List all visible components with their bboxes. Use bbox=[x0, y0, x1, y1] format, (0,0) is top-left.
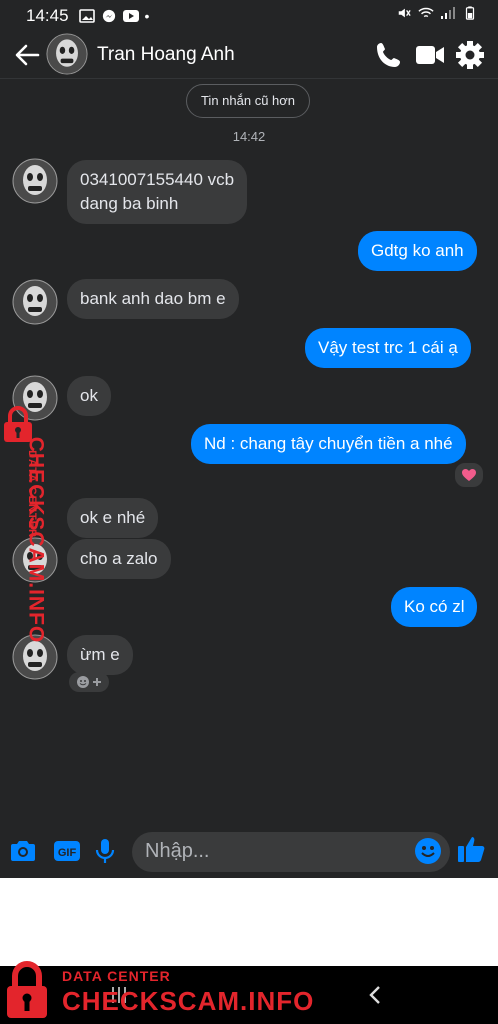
message-text: ok e nhé bbox=[80, 508, 146, 527]
voice-call-icon[interactable] bbox=[372, 38, 406, 72]
watermark-big-text: CHECKSCAM.INFO bbox=[24, 436, 48, 644]
video-call-icon[interactable] bbox=[413, 38, 447, 72]
emoji-icon[interactable] bbox=[414, 837, 442, 865]
contact-avatar[interactable] bbox=[46, 33, 88, 75]
gif-icon[interactable]: GIF bbox=[52, 836, 82, 866]
contact-avatar[interactable] bbox=[12, 158, 58, 204]
message-text: cho a zalo bbox=[80, 549, 158, 568]
plus-icon bbox=[93, 678, 101, 686]
heart-icon bbox=[462, 469, 476, 481]
message-bubble-incoming[interactable]: ừm e bbox=[67, 635, 133, 675]
message-text: Gdtg ko anh bbox=[371, 241, 464, 260]
wifi-icon bbox=[418, 7, 434, 18]
message-bubble-incoming[interactable]: cho a zalo bbox=[67, 539, 171, 579]
empty-area bbox=[0, 878, 498, 966]
message-bubble-incoming[interactable]: 0341007155440 vcb dang ba binh bbox=[67, 160, 248, 224]
add-reaction-button[interactable] bbox=[69, 672, 109, 692]
thumbs-up-icon[interactable] bbox=[456, 833, 488, 865]
status-time: 14:45 bbox=[26, 6, 69, 25]
contact-name[interactable]: Tran Hoang Anh bbox=[97, 44, 235, 66]
battery-icon bbox=[465, 6, 475, 20]
message-text: ừm e bbox=[80, 645, 120, 664]
message-text: bank anh dao bm e bbox=[80, 289, 226, 308]
message-text: Nd : chang tây chuyển tiền a nhé bbox=[204, 434, 453, 453]
message-bubble-incoming[interactable]: ok bbox=[67, 376, 111, 416]
message-bubble-outgoing[interactable]: Ko có zl bbox=[391, 587, 478, 627]
chat-header: Tran Hoang Anh bbox=[0, 32, 498, 79]
message-input-placeholder[interactable]: Nhập... bbox=[145, 840, 209, 863]
messenger-icon bbox=[102, 9, 115, 23]
back-arrow-icon[interactable] bbox=[12, 40, 42, 70]
message-bubble-incoming[interactable]: ok e nhé bbox=[67, 498, 159, 538]
timestamp: 14:42 bbox=[232, 129, 266, 144]
notification-icons: • bbox=[78, 8, 150, 24]
youtube-icon bbox=[122, 10, 139, 22]
signal-icon bbox=[441, 7, 455, 19]
settings-gear-icon[interactable] bbox=[453, 38, 487, 72]
system-icons bbox=[396, 6, 478, 20]
microphone-icon[interactable] bbox=[90, 836, 120, 866]
message-text: ok bbox=[80, 386, 98, 405]
watermark-big-text: CHECKSCAM.INFO bbox=[62, 986, 315, 1016]
camera-icon[interactable] bbox=[8, 836, 38, 866]
message-bubble-outgoing[interactable]: Gdtg ko anh bbox=[358, 231, 477, 271]
svg-text:GIF: GIF bbox=[58, 847, 77, 859]
mute-icon bbox=[398, 8, 411, 18]
more-notifications-dot: • bbox=[144, 8, 150, 24]
older-messages-button[interactable]: Tin nhắn cũ hơn bbox=[186, 84, 310, 118]
status-bar: 14:45 • bbox=[0, 0, 498, 32]
message-bubble-incoming[interactable]: bank anh dao bm e bbox=[67, 279, 239, 319]
watermark-small-text: DATA CENTER bbox=[62, 968, 171, 984]
message-bubble-outgoing[interactable]: Nd : chang tây chuyển tiền a nhé bbox=[191, 424, 466, 464]
message-text: 0341007155440 vcb bbox=[80, 170, 235, 189]
smiley-icon bbox=[77, 676, 89, 688]
contact-avatar[interactable] bbox=[12, 279, 58, 325]
watermark-lock-icon bbox=[7, 961, 47, 1018]
gallery-icon bbox=[78, 9, 95, 23]
message-text: Vậy test trc 1 cái ạ bbox=[318, 338, 458, 357]
message-bubble-outgoing[interactable]: Vậy test trc 1 cái ạ bbox=[305, 328, 471, 368]
message-text: dang ba binh bbox=[80, 194, 179, 213]
message-text: Ko có zl bbox=[404, 597, 465, 616]
nav-back-icon[interactable] bbox=[365, 984, 387, 1006]
reaction-heart-badge[interactable] bbox=[453, 461, 485, 489]
